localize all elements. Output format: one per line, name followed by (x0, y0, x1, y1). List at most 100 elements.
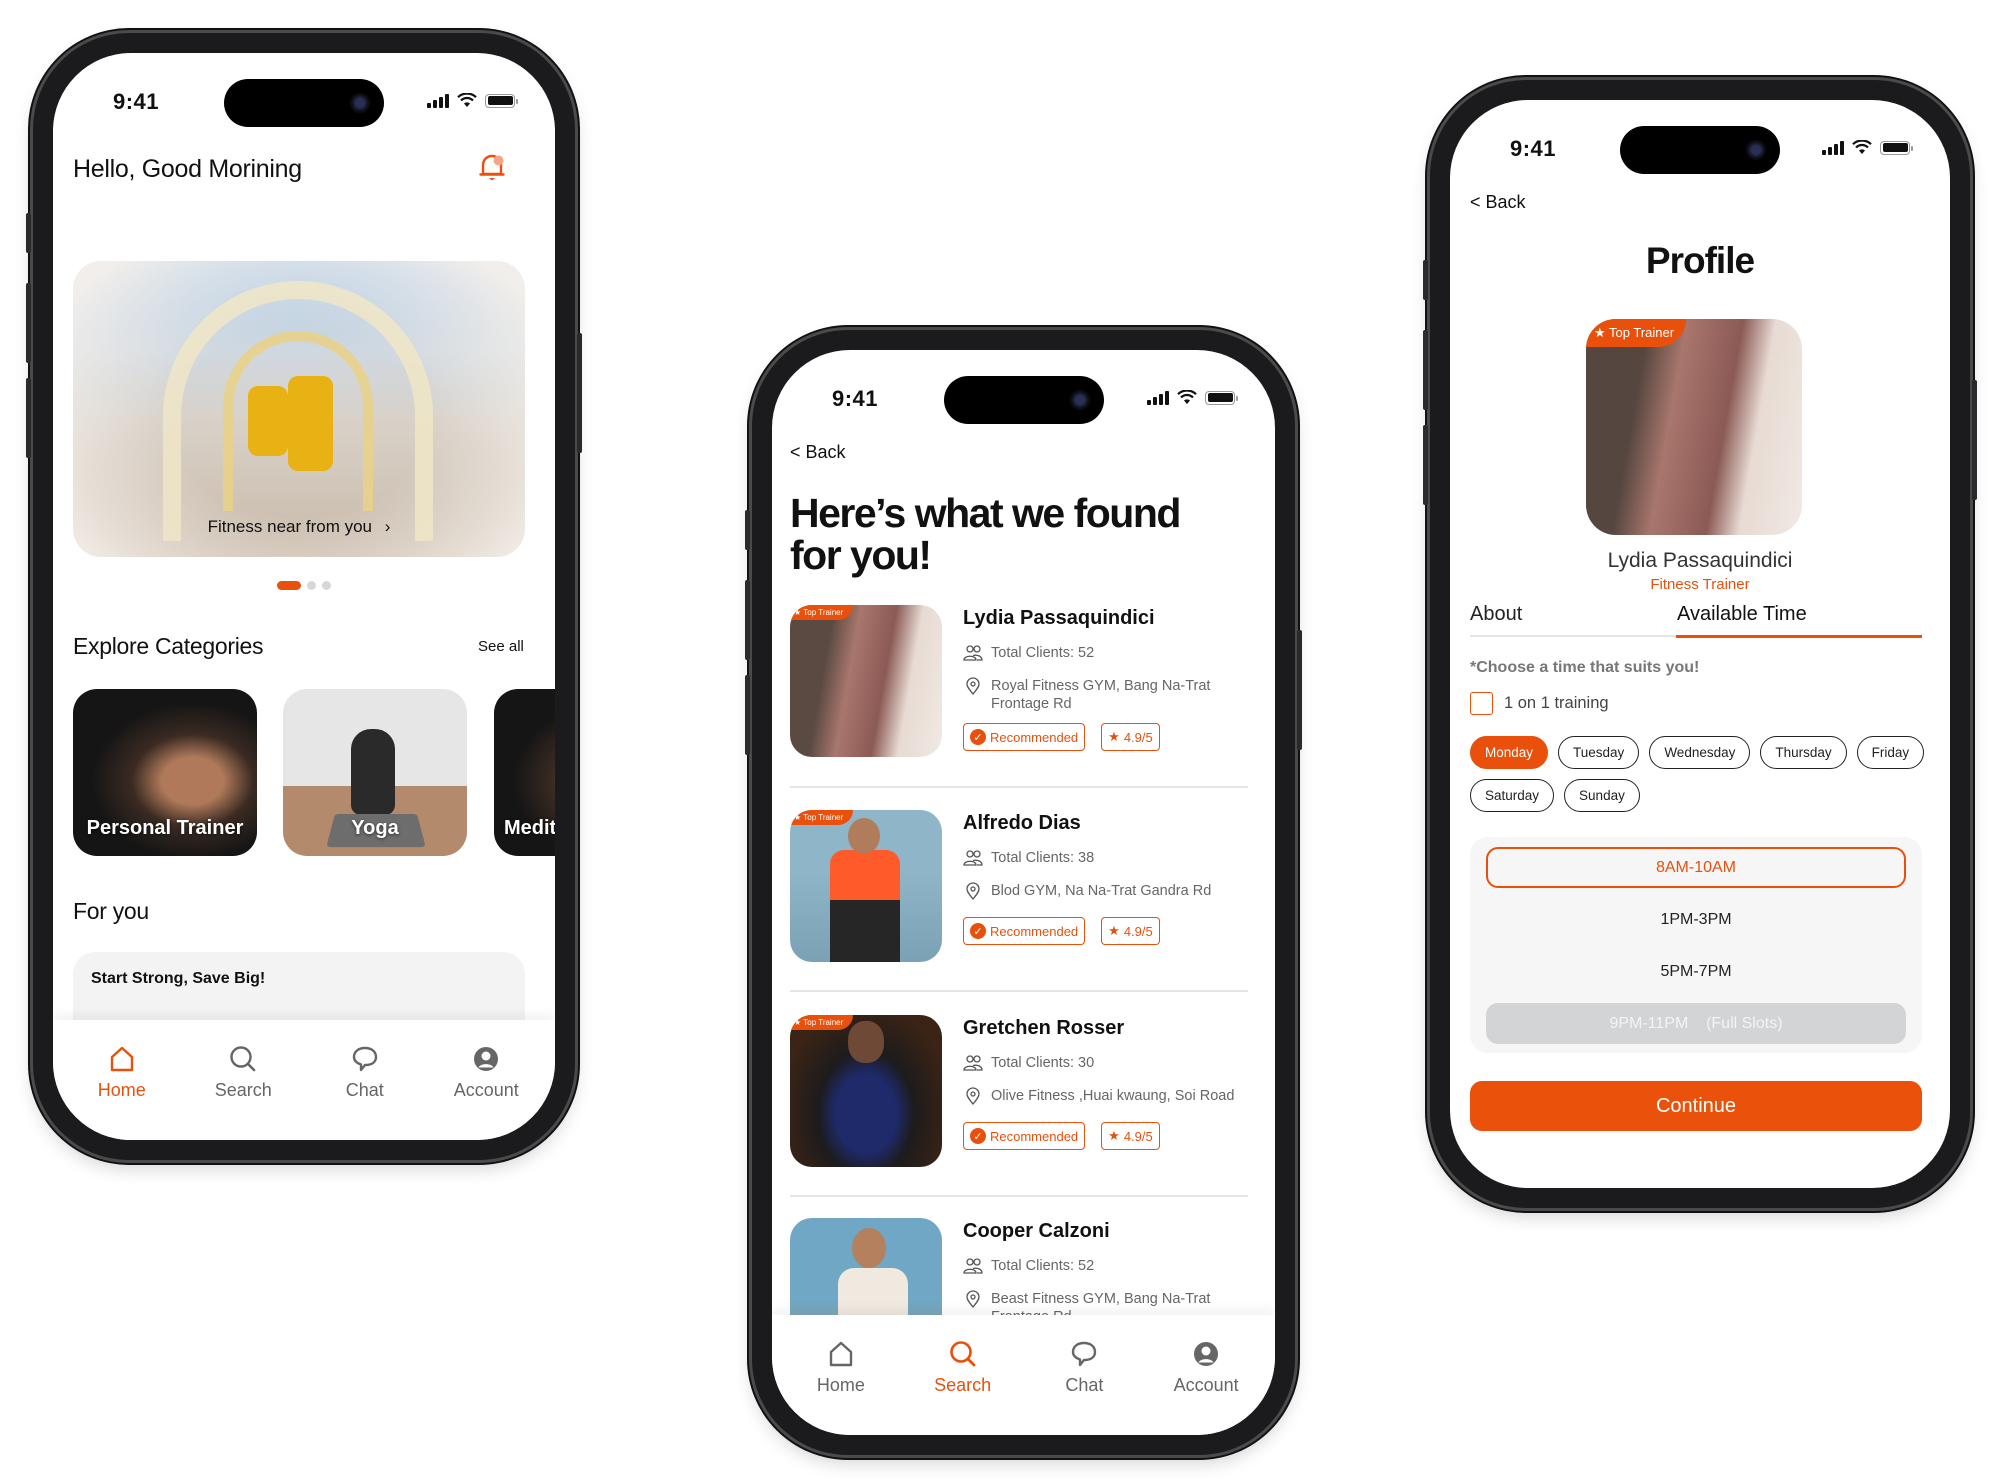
promo-card-title: Start Strong, Save Big! (91, 970, 266, 987)
day-friday[interactable]: Friday (1856, 736, 1925, 769)
greeting-title: Hello, Good Morining (73, 155, 302, 183)
top-trainer-badge: ★ Top Trainer (1586, 319, 1687, 347)
chevron-right-icon: › (384, 517, 391, 536)
home-icon (829, 1341, 853, 1367)
phone-search-results: 9:41 < Back Here’s what we found for you… (745, 330, 1302, 1455)
category-label: Medit (504, 817, 555, 839)
top-trainer-badge: ★ Top Trainer (790, 810, 854, 825)
slot-8am-10am[interactable]: 8AM-10AM (1486, 847, 1906, 888)
home-screen: 9:41 Hello, Good Morining Fitness near f… (53, 53, 555, 1140)
trainer-card[interactable]: ★ Top Trainer Gretchen Rosser Total Clie… (790, 1015, 1248, 1220)
dynamic-island (943, 376, 1104, 424)
category-personal-trainer[interactable]: Personal Trainer (73, 689, 257, 856)
tab-indicator-inactive (1470, 635, 1676, 637)
day-tuesday[interactable]: Tuesday (1558, 736, 1640, 769)
chat-icon (1072, 1341, 1097, 1367)
tab-home[interactable]: Home (67, 1020, 177, 1140)
account-icon (474, 1047, 499, 1071)
star-icon: ★ (1108, 1128, 1120, 1143)
trainer-photo: ★ Top Trainer (790, 810, 942, 962)
status-icons (1822, 140, 1913, 155)
category-meditation[interactable]: Medit (494, 689, 555, 856)
profile-role: Fitness Trainer (1650, 576, 1750, 593)
carousel-dots (53, 581, 555, 590)
check-circle-icon: ✓ (970, 1128, 986, 1144)
status-icons (1147, 390, 1238, 405)
one-on-one-checkbox[interactable] (1470, 692, 1493, 715)
trainer-chips: ✓ Recommended ★ 4.9/5 (963, 917, 1160, 945)
check-circle-icon: ✓ (970, 923, 986, 939)
trainer-card[interactable]: ★ Top Trainer Alfredo Dias Total Clients… (790, 810, 1248, 1015)
wifi-icon (1852, 140, 1872, 154)
slot-9pm-11pm-full: 9PM-11PM (Full Slots) (1486, 1003, 1906, 1044)
see-all-link[interactable]: See all (478, 638, 524, 655)
trainer-chips: ✓ Recommended ★ 4.9/5 (963, 723, 1160, 751)
trainer-name: Alfredo Dias (963, 812, 1081, 834)
tab-home[interactable]: Home (786, 1315, 896, 1435)
carousel-dot-active[interactable] (277, 581, 301, 590)
carousel-dot[interactable] (322, 581, 331, 590)
day-thursday[interactable]: Thursday (1760, 736, 1847, 769)
back-button[interactable]: < Back (790, 442, 846, 463)
tab-chat[interactable]: Chat (1029, 1315, 1139, 1435)
tab-about[interactable]: About (1470, 603, 1522, 626)
tab-bar: Home Search Chat Account (53, 1020, 555, 1140)
star-icon: ★ (1108, 923, 1120, 938)
trainer-location: Royal Fitness GYM, Bang Na-Trat Frontage… (963, 677, 1248, 713)
day-monday[interactable]: Monday (1470, 736, 1549, 769)
top-trainer-badge: ★ Top Trainer (790, 605, 854, 620)
battery-icon (1205, 390, 1238, 405)
day-wednesday[interactable]: Wednesday (1649, 736, 1751, 769)
banner-caption: Fitness near from you › (207, 517, 391, 536)
tab-bar: Home Search Chat Account (772, 1315, 1275, 1435)
divider (790, 1195, 1248, 1197)
divider (790, 990, 1248, 992)
recommended-badge: ✓ Recommended (963, 723, 1086, 751)
promo-banner[interactable]: Fitness near from you › (73, 261, 525, 557)
slot-5pm-7pm[interactable]: 5PM-7PM (1486, 951, 1906, 992)
rating-badge: ★ 4.9/5 (1101, 723, 1160, 751)
rating-badge: ★ 4.9/5 (1101, 917, 1160, 945)
trainer-chips: ✓ Recommended ★ 4.9/5 (963, 1122, 1160, 1150)
trainer-name: Lydia Passaquindici (963, 607, 1155, 629)
home-icon (110, 1046, 133, 1072)
tab-account[interactable]: Account (1151, 1315, 1261, 1435)
day-sunday[interactable]: Sunday (1564, 779, 1640, 812)
trainer-name: Cooper Calzoni (963, 1220, 1110, 1242)
tab-account[interactable]: Account (431, 1020, 541, 1140)
category-label: Personal Trainer (86, 817, 244, 839)
tab-search[interactable]: Search (908, 1315, 1018, 1435)
users-icon (963, 850, 983, 866)
wifi-icon (1177, 390, 1197, 404)
volume-up-button (26, 283, 31, 363)
star-icon: ★ (1594, 325, 1606, 340)
status-time: 9:41 (113, 89, 160, 114)
bell-icon[interactable] (479, 153, 505, 181)
tab-available-time[interactable]: Available Time (1677, 603, 1807, 626)
phone-home: 9:41 Hello, Good Morining Fitness near f… (26, 33, 582, 1160)
top-trainer-badge: ★ Top Trainer (790, 1015, 854, 1030)
divider (790, 786, 1248, 788)
for-you-title: For you (73, 898, 149, 924)
time-slots: 8AM-10AM 1PM-3PM 5PM-7PM 9PM-11PM (Full … (1470, 837, 1922, 1053)
dynamic-island (1620, 126, 1780, 174)
back-button[interactable]: < Back (1470, 192, 1526, 213)
check-circle-icon: ✓ (970, 729, 986, 745)
category-label: Yoga (351, 817, 399, 839)
status-time: 9:41 (1510, 136, 1557, 161)
day-saturday[interactable]: Saturday (1470, 779, 1555, 812)
one-on-one-label[interactable]: 1 on 1 training (1504, 694, 1609, 713)
slot-1pm-3pm[interactable]: 1PM-3PM (1486, 899, 1906, 940)
trainer-clients: Total Clients: 30 (963, 1054, 1248, 1072)
category-yoga[interactable]: Yoga (283, 689, 467, 856)
trainer-clients: Total Clients: 52 (963, 644, 1248, 662)
continue-button[interactable]: Continue (1470, 1081, 1922, 1131)
recommended-badge: ✓ Recommended (963, 917, 1086, 945)
account-icon (1194, 1342, 1219, 1366)
volume-down-button (26, 378, 31, 458)
tab-search[interactable]: Search (188, 1020, 298, 1140)
tab-chat[interactable]: Chat (310, 1020, 420, 1140)
location-pin-icon (966, 677, 980, 695)
carousel-dot[interactable] (307, 581, 316, 590)
trainer-card[interactable]: ★ Top Trainer Lydia Passaquindici Total … (790, 605, 1248, 810)
